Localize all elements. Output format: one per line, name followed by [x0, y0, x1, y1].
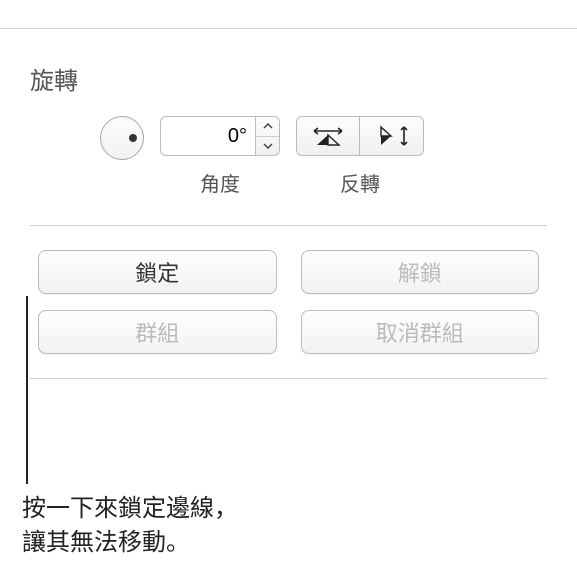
- callout-text: 按一下來鎖定邊線， 讓其無法移動。: [22, 492, 238, 559]
- flip-vertical-button[interactable]: [360, 116, 424, 156]
- lock-group-grid: 鎖定 解鎖 群組 取消群組: [38, 250, 539, 354]
- angle-step-up[interactable]: [256, 117, 279, 137]
- divider-1: [30, 225, 547, 226]
- flip-horizontal-button[interactable]: [296, 116, 360, 156]
- unlock-button[interactable]: 解鎖: [301, 250, 540, 294]
- callout-leader-line: [26, 296, 28, 484]
- rotation-dial[interactable]: [100, 116, 144, 160]
- angle-label: 角度: [200, 168, 240, 197]
- rotate-dial-column: [100, 116, 144, 160]
- group-button[interactable]: 群組: [38, 310, 277, 354]
- angle-column: 角度: [160, 116, 280, 197]
- callout-line-2: 讓其無法移動。: [22, 526, 238, 560]
- flip-label: 反轉: [340, 168, 380, 197]
- angle-stepper: [256, 116, 280, 156]
- callout-line-1: 按一下來鎖定邊線，: [22, 492, 238, 526]
- rotate-section-title: 旋轉: [30, 61, 547, 96]
- rotate-controls-row: 角度: [30, 116, 547, 197]
- flip-column: 反轉: [296, 116, 424, 197]
- angle-input-group: [160, 116, 280, 156]
- flip-button-group: [296, 116, 424, 156]
- divider-2: [30, 378, 547, 379]
- angle-input[interactable]: [160, 116, 256, 156]
- lock-button[interactable]: 鎖定: [38, 250, 277, 294]
- ungroup-button[interactable]: 取消群組: [301, 310, 540, 354]
- arrange-panel: 旋轉 角度: [0, 28, 577, 399]
- angle-step-down[interactable]: [256, 137, 279, 156]
- flip-horizontal-icon: [311, 125, 345, 147]
- flip-vertical-icon: [375, 125, 409, 147]
